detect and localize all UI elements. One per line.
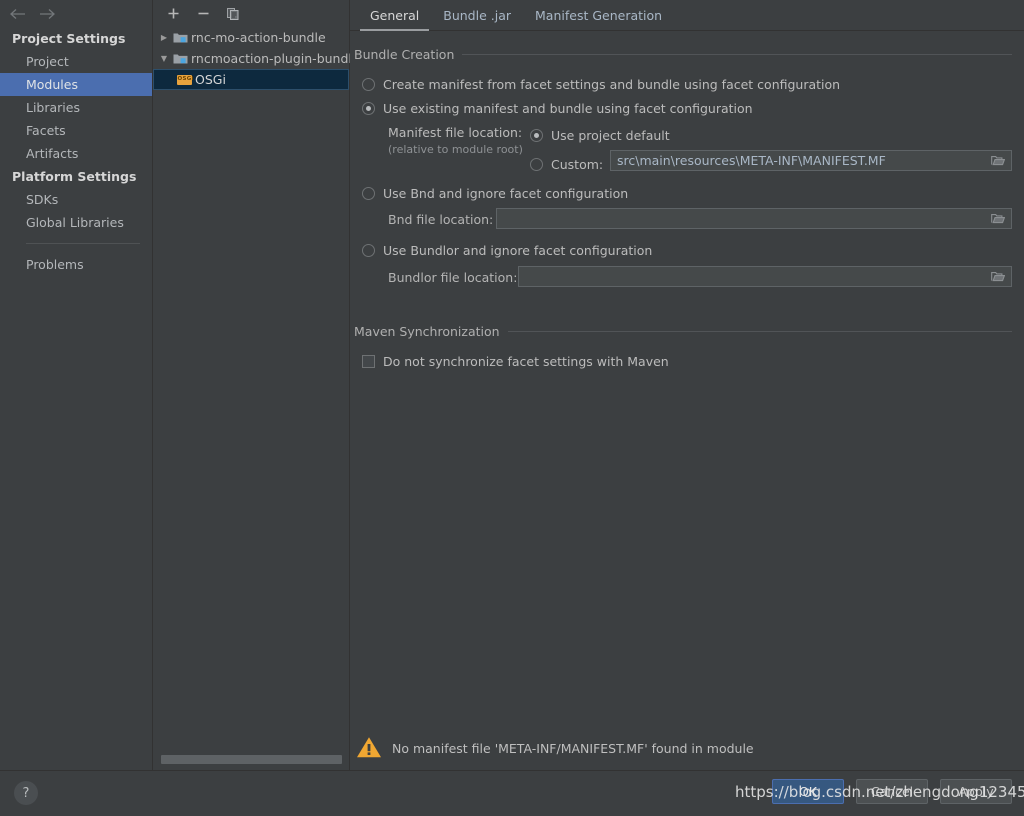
radio-use-existing-label: Use existing manifest and bundle using f… (383, 100, 753, 116)
tree-node-osgi[interactable]: OSGi OSGi (153, 69, 349, 90)
tree-horizontal-scrollbar[interactable] (161, 755, 342, 764)
dialog-bottom-bar: ? OK Cancel Apply (0, 770, 1024, 816)
apply-button[interactable]: Apply (940, 779, 1012, 804)
validation-warning-bar: No manifest file 'META-INF/MANIFEST.MF' … (350, 727, 1024, 770)
warning-triangle-icon (356, 736, 382, 762)
facet-settings-content: General Bundle .jar Manifest Generation … (350, 0, 1024, 770)
sidebar-section-platform-settings: Platform Settings SDKs Global Libraries (0, 165, 152, 234)
group-rule (462, 54, 1012, 55)
folder-open-icon[interactable] (990, 270, 1006, 284)
checkbox-do-not-sync-label: Do not synchronize facet settings with M… (383, 353, 669, 369)
sidebar-group-title-platform-settings: Platform Settings (12, 169, 137, 184)
radio-use-project-default-label: Use project default (551, 127, 670, 143)
radio-use-bundlor-label: Use Bundlor and ignore facet configurati… (383, 242, 653, 258)
radio-use-bnd-label: Use Bnd and ignore facet configuration (383, 185, 629, 201)
general-tab-form: Bundle Creation Create manifest from fac… (350, 31, 1024, 373)
bnd-location-field[interactable] (496, 208, 1012, 229)
tree-node-rncmoaction-plugin-bundle[interactable]: ▼ rncmoaction-plugin-bundle (153, 48, 360, 69)
settings-sidebar: Project Settings Project Modules Librari… (0, 0, 153, 770)
tree-node-label: OSGi (195, 72, 226, 87)
bundlor-location-label: Bundlor file location: (388, 270, 518, 285)
radio-custom-row[interactable]: Custom: (530, 152, 603, 176)
radio-use-project-default-row[interactable]: Use project default (530, 123, 670, 147)
remove-module-button[interactable] (193, 4, 213, 24)
group-label: Bundle Creation (354, 47, 455, 62)
group-header-maven-synchronization: Maven Synchronization (354, 324, 1012, 339)
checkbox-do-not-sync-icon[interactable] (362, 354, 375, 368)
sidebar-divider (26, 243, 140, 244)
module-folder-icon (171, 52, 189, 65)
modules-tree: ▶ rnc-mo-action-bundle ▼ rncmoaction-plu… (153, 27, 360, 90)
tree-node-label: rnc-mo-action-bundle (191, 30, 326, 45)
tab-bundle-jar[interactable]: Bundle .jar (431, 2, 523, 30)
module-folder-icon (171, 31, 189, 44)
modules-tree-panel: ▶ rnc-mo-action-bundle ▼ rncmoaction-plu… (153, 0, 360, 770)
sidebar-item-modules[interactable]: Modules (0, 73, 152, 96)
ok-button[interactable]: OK (772, 779, 844, 804)
bnd-location-label: Bnd file location: (388, 212, 494, 227)
project-structure-dialog: Project Settings Project Modules Librari… (0, 0, 1024, 816)
folder-open-icon[interactable] (990, 154, 1006, 168)
radio-use-bnd-row[interactable]: Use Bnd and ignore facet configuration (362, 180, 1012, 206)
sidebar-item-artifacts[interactable]: Artifacts (0, 142, 152, 165)
radio-create-manifest-label: Create manifest from facet settings and … (383, 76, 841, 92)
manifest-location-note: (relative to module root) (388, 143, 523, 156)
sidebar-item-sdks[interactable]: SDKs (0, 188, 152, 211)
radio-use-bundlor-row[interactable]: Use Bundlor and ignore facet configurati… (362, 236, 1012, 264)
chevron-right-icon[interactable]: ▶ (157, 33, 171, 42)
back-arrow-icon[interactable] (8, 5, 26, 23)
sidebar-item-problems[interactable]: Problems (0, 253, 152, 276)
folder-open-icon[interactable] (990, 212, 1006, 226)
sidebar-item-project[interactable]: Project (0, 50, 152, 73)
radio-create-manifest-row[interactable]: Create manifest from facet settings and … (362, 72, 1012, 96)
osgi-badge-text: OSGi (176, 74, 193, 85)
bundlor-location-block: Bundlor file location: (354, 264, 1012, 294)
radio-custom-icon[interactable] (530, 157, 543, 171)
navigation-arrows (0, 0, 152, 27)
forward-arrow-icon[interactable] (38, 5, 56, 23)
help-button[interactable]: ? (14, 781, 38, 805)
radio-use-existing-row[interactable]: Use existing manifest and bundle using f… (362, 96, 1012, 120)
cancel-button[interactable]: Cancel (856, 779, 928, 804)
warning-message: No manifest file 'META-INF/MANIFEST.MF' … (392, 741, 754, 756)
sidebar-item-facets[interactable]: Facets (0, 119, 152, 142)
sidebar-item-global-libraries[interactable]: Global Libraries (0, 211, 152, 234)
manifest-custom-path-value: src\main\resources\META-INF\MANIFEST.MF (617, 153, 886, 168)
group-label: Maven Synchronization (354, 324, 500, 339)
group-rule (507, 331, 1012, 332)
sidebar-item-libraries[interactable]: Libraries (0, 96, 152, 119)
facet-tabs: General Bundle .jar Manifest Generation (350, 0, 1024, 31)
tab-manifest-generation[interactable]: Manifest Generation (523, 2, 674, 30)
tree-node-label: rncmoaction-plugin-bundle (191, 51, 360, 66)
bundlor-location-field[interactable] (518, 266, 1012, 287)
radio-custom-label: Custom: (551, 156, 604, 172)
radio-use-project-default-icon[interactable] (530, 128, 543, 142)
modules-tree-toolbar (153, 0, 349, 27)
tab-general[interactable]: General (358, 2, 431, 31)
dialog-button-group: OK Cancel Apply (772, 779, 1012, 804)
radio-use-bnd-icon[interactable] (362, 186, 375, 200)
dialog-body: Project Settings Project Modules Librari… (0, 0, 1024, 770)
checkbox-do-not-sync-row[interactable]: Do not synchronize facet settings with M… (362, 349, 1012, 373)
sidebar-group-title-project-settings: Project Settings (12, 31, 126, 46)
chevron-down-icon[interactable]: ▼ (157, 54, 171, 63)
group-header-bundle-creation: Bundle Creation (354, 47, 1012, 62)
radio-use-bundlor-icon[interactable] (362, 243, 375, 257)
manifest-location-block: Manifest file location: (relative to mod… (354, 122, 1012, 180)
copy-module-icon[interactable] (223, 4, 243, 24)
add-module-button[interactable] (163, 4, 183, 24)
radio-create-manifest-icon[interactable] (362, 77, 375, 91)
osgi-badge-icon: OSGi (175, 74, 193, 85)
bnd-location-block: Bnd file location: (354, 206, 1012, 236)
radio-use-existing-icon[interactable] (362, 101, 375, 115)
manifest-location-label: Manifest file location: (388, 125, 523, 140)
tree-node-rnc-mo-action-bundle[interactable]: ▶ rnc-mo-action-bundle (153, 27, 349, 48)
sidebar-section-project-settings: Project Settings Project Modules Librari… (0, 27, 152, 165)
manifest-custom-path-field[interactable]: src\main\resources\META-INF\MANIFEST.MF (610, 150, 1012, 171)
